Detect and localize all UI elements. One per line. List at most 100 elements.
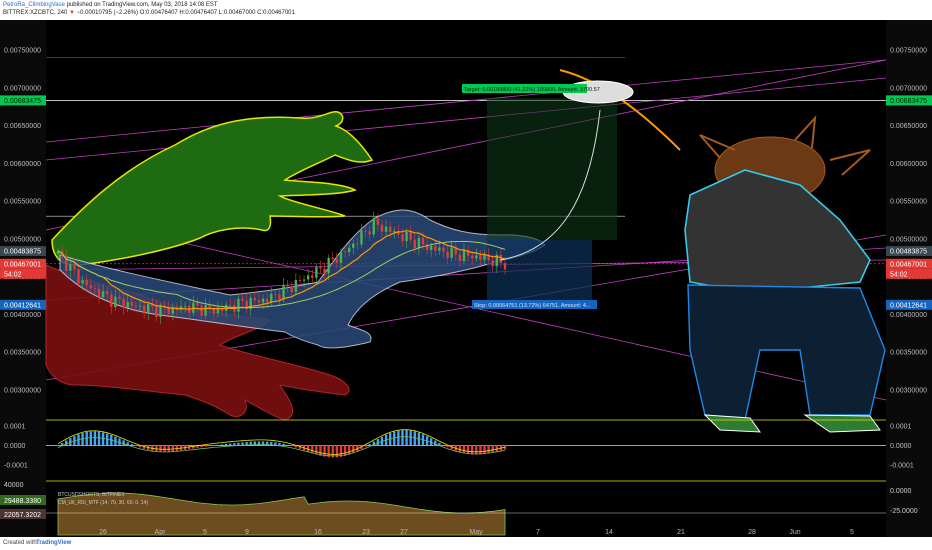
candle-body xyxy=(278,294,281,300)
candle-body xyxy=(69,264,72,271)
candle-body xyxy=(85,280,88,285)
candle-body xyxy=(142,305,146,314)
upper-price-left: 0.00483875 xyxy=(4,249,41,256)
author-link[interactable]: PetroRa_ClimbingVase xyxy=(3,2,65,8)
macd-histogram-bar xyxy=(220,444,224,446)
macd-histogram-bar xyxy=(208,445,211,447)
candle-body xyxy=(192,302,195,313)
candle-body xyxy=(450,247,453,258)
candle-body xyxy=(138,305,142,307)
candle-body xyxy=(417,237,421,249)
candle-body xyxy=(208,305,211,308)
macd-histogram-bar xyxy=(479,445,482,455)
candle-body xyxy=(200,305,203,316)
upper-price-right: 0.00483875 xyxy=(890,249,927,256)
lower-price-left: 0.00412641 xyxy=(4,302,41,309)
x-tick-label: 27 xyxy=(400,529,408,536)
bottom-legend-1: BTCUSDSHORTS, BITFINEX xyxy=(58,492,125,498)
macd-histogram-bar xyxy=(89,431,93,446)
candle-body xyxy=(343,251,347,253)
candle-body xyxy=(499,254,503,264)
macd-histogram-bar xyxy=(483,445,486,455)
target-label: Target: 0.00189800 (41.22%) 189800, Amou… xyxy=(464,87,600,93)
macd-histogram-bar xyxy=(462,445,466,454)
bottom-left-label-3: 22057.3202 xyxy=(4,512,41,519)
macd-histogram-bar xyxy=(97,431,101,446)
bottom-left-label-1: 40000 xyxy=(4,482,24,489)
macd-histogram-bar xyxy=(282,443,285,446)
candle-body xyxy=(405,231,408,242)
candle-body xyxy=(261,298,265,303)
y-tick-label-left: 0.00350000 xyxy=(4,350,41,357)
x-tick-label: 7 xyxy=(536,529,540,536)
candle-body xyxy=(155,306,158,318)
macd-histogram-bar xyxy=(159,445,162,452)
candle-body xyxy=(270,293,273,303)
candle-body xyxy=(413,239,416,249)
macd-histogram-bar xyxy=(233,443,236,446)
candle-body xyxy=(347,247,351,253)
y-tick-label-right: 0.00400000 xyxy=(890,312,927,319)
macd-histogram-bar xyxy=(130,444,134,446)
candle-body xyxy=(81,280,84,284)
tradingview-logo[interactable]: TradingView xyxy=(36,540,71,546)
macd-histogram-bar xyxy=(290,445,293,447)
candle-body xyxy=(368,231,371,235)
macd-histogram-bar xyxy=(466,445,470,455)
macd-histogram-bar xyxy=(401,430,404,446)
candle-body xyxy=(503,263,507,270)
candle-body xyxy=(315,267,318,278)
y-tick-label-left: 0.00400000 xyxy=(4,312,41,319)
macd-histogram-bar xyxy=(442,445,445,446)
candle-body xyxy=(196,302,199,306)
y-tick-label-right: 0.00700000 xyxy=(890,85,927,92)
y-tick-label-right: 0.00300000 xyxy=(890,387,927,394)
candle-body xyxy=(110,294,113,307)
y-tick-label-left: 0.00500000 xyxy=(4,236,41,243)
macd-histogram-bar xyxy=(167,445,170,452)
y-tick-label-right: 0.00650000 xyxy=(890,123,927,130)
candle-body xyxy=(257,300,261,303)
bottom-legend-2: CM_Ult_RSI_MTF (14, 70, 30, 60, 0, 14) xyxy=(58,500,148,506)
candle-body xyxy=(364,230,367,232)
bottom-right-label-2: -25.0000 xyxy=(890,508,918,515)
macd-tick-left: 0.0001 xyxy=(4,423,26,430)
candle-body xyxy=(311,275,314,278)
candle-body xyxy=(372,218,375,235)
x-tick-label: 26 xyxy=(99,529,107,536)
candle-body xyxy=(167,307,170,314)
macd-histogram-bar xyxy=(163,445,166,452)
macd-tick-left: -0.0001 xyxy=(4,463,28,470)
macd-histogram-bar xyxy=(352,445,355,454)
candle-body xyxy=(360,230,363,245)
candle-body xyxy=(335,259,339,263)
candle-body xyxy=(241,298,244,301)
bottom-left-label-2: 29488.3380 xyxy=(4,498,41,505)
candle-body xyxy=(134,305,138,307)
candle-body xyxy=(319,267,322,269)
chart-area[interactable]: 0.00750000 0.00700000 0.00650000 0.00600000… xyxy=(0,20,932,537)
candle-body xyxy=(462,250,466,262)
candle-body xyxy=(384,226,388,232)
macd-histogram-bar xyxy=(93,431,97,446)
x-tick-label: Jun xyxy=(789,529,800,536)
chart-footer: Created with TradingView xyxy=(0,537,932,550)
candle-body xyxy=(290,286,293,292)
y-tick-label-right: 0.00500000 xyxy=(890,236,927,243)
y-tick-label-left: 0.00750000 xyxy=(4,48,41,55)
macd-histogram-bar xyxy=(434,440,437,446)
published-text: published on TradingView.com, May 03, 20… xyxy=(66,2,218,8)
macd-histogram-bar xyxy=(278,443,281,446)
candle-body xyxy=(438,247,441,251)
x-tick-label: 9 xyxy=(245,529,249,536)
macd-histogram-bar xyxy=(364,445,367,447)
candle-body xyxy=(97,288,101,298)
x-tick-label: May xyxy=(469,529,483,536)
macd-histogram-bar xyxy=(475,445,478,455)
stop-zone xyxy=(487,240,592,304)
y-tick-label-left: 0.00600000 xyxy=(4,161,41,168)
macd-histogram-bar xyxy=(413,431,416,446)
candle-body xyxy=(237,298,240,312)
macd-histogram-bar xyxy=(487,445,490,454)
candle-body xyxy=(421,237,425,245)
